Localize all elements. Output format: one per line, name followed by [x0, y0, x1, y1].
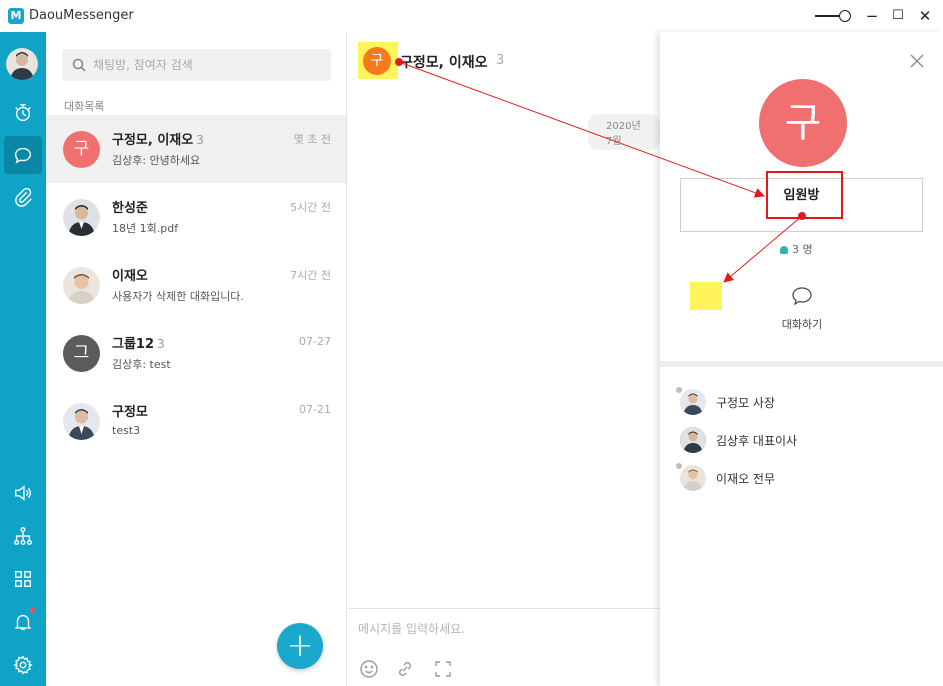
grid-icon[interactable]: [4, 560, 42, 598]
chat-name: 구정모: [112, 405, 148, 420]
conversation-member-count: 3: [496, 53, 505, 68]
close-window-button[interactable]: ✕: [915, 6, 935, 26]
member-avatar: [680, 465, 706, 491]
chat-preview: 18년 1회.pdf: [112, 222, 179, 235]
member-row[interactable]: 구정모 사장: [676, 387, 920, 417]
chat-bubble-icon[interactable]: [4, 136, 42, 174]
app-title: DaouMessenger: [29, 8, 134, 23]
notification-dot: [30, 608, 35, 613]
person-icon: [780, 246, 788, 254]
chat-preview: 김상후: 안녕하세요: [112, 154, 201, 167]
bell-icon[interactable]: [4, 603, 42, 641]
chat-avatar: [63, 199, 100, 236]
divider: [660, 361, 943, 367]
conversation-panel: 구 구정모, 이재오 3 2020년 7월: [348, 32, 660, 686]
room-name: 임원방: [783, 188, 820, 203]
speaker-icon[interactable]: [4, 474, 42, 512]
member-avatar: [680, 389, 706, 415]
chat-row[interactable]: 구정모 07-21 test3: [46, 387, 346, 455]
maximize-button[interactable]: ☐: [888, 6, 908, 26]
chat-list-panel: 대화목록 구 구정모, 이재오3 몇 초 전 김상후: 안녕하세요 한성준 5시…: [46, 32, 347, 686]
chat-preview: 김상후: test: [112, 358, 171, 371]
search-box[interactable]: [62, 49, 331, 81]
message-composer: [348, 608, 660, 686]
chat-name: 구정모, 이재오 3: [112, 133, 204, 148]
room-avatar: 구: [759, 79, 847, 167]
chat-avatar: 그: [63, 335, 100, 372]
chat-name: 그룹12 3: [112, 337, 165, 352]
chat-avatar: [63, 267, 100, 304]
profile-avatar[interactable]: [6, 48, 38, 80]
chat-time: 몇 초 전: [293, 133, 331, 146]
new-chat-button[interactable]: +: [277, 623, 323, 669]
member-name: 구정모 사장: [716, 396, 776, 410]
member-name: 이재오 전무: [716, 472, 776, 486]
search-icon: [72, 58, 86, 72]
paperclip-icon[interactable]: [4, 178, 42, 216]
start-chat-button[interactable]: 대화하기: [770, 286, 834, 338]
messenger-window: M DaouMessenger − ☐ ✕ 채팅방, 참여자 검색 대화목록 구…: [0, 0, 943, 686]
minimize-button[interactable]: −: [862, 6, 882, 26]
link-icon[interactable]: [395, 659, 417, 681]
section-label: 대화목록: [64, 100, 105, 113]
chat-row[interactable]: 구 구정모, 이재오 3 몇 초 전 김상후: 안녕하세요: [46, 115, 346, 183]
gear-icon[interactable]: [4, 646, 42, 684]
chat-time: 5시간 전: [290, 201, 331, 214]
chat-time: 07-21: [299, 403, 331, 416]
nav-rail: [0, 32, 46, 686]
chat-time: 7시간 전: [290, 269, 331, 282]
person-photo-icon: [680, 427, 706, 453]
app-logo-icon: M: [8, 8, 24, 24]
chat-preview: 사용자가 삭제한 대화입니다.: [112, 290, 244, 303]
chat-member-count: 3: [157, 337, 165, 351]
opacity-slider[interactable]: [815, 10, 851, 22]
conversation-avatar[interactable]: 구: [363, 47, 391, 75]
chat-row[interactable]: 그 그룹12 3 07-27 김상후: test: [46, 319, 346, 387]
member-row[interactable]: 이재오 전무: [676, 463, 920, 493]
title-bar: M DaouMessenger − ☐ ✕: [0, 0, 943, 32]
chat-row[interactable]: 이재오 7시간 전 사용자가 삭제한 대화입니다.: [46, 251, 346, 319]
chat-bubble-icon: [792, 287, 812, 306]
person-photo-icon: [683, 393, 703, 415]
person-photo-icon: [68, 409, 95, 440]
chat-time: 07-27: [299, 335, 331, 348]
close-icon: [910, 54, 924, 68]
emoji-icon[interactable]: [359, 659, 381, 681]
message-input[interactable]: [358, 617, 648, 641]
timer-icon[interactable]: [4, 94, 42, 132]
status-dot: [676, 387, 682, 393]
start-chat-label: 대화하기: [781, 318, 823, 331]
chat-name: 한성준: [112, 201, 148, 216]
person-photo-icon: [68, 274, 95, 304]
room-info-panel: 구 임원방 3 명 대화하기 구정모 사장 김상후 대표이사 이재오 전무: [660, 32, 943, 686]
person-photo-icon: [68, 205, 95, 236]
status-dot: [676, 463, 682, 469]
member-row[interactable]: 김상후 대표이사: [680, 425, 920, 455]
chat-preview: test3: [112, 424, 141, 437]
org-chart-icon[interactable]: [4, 517, 42, 555]
member-avatar: [680, 427, 706, 453]
search-input[interactable]: [93, 49, 323, 81]
room-name-field[interactable]: 임원방: [680, 171, 923, 232]
conversation-title[interactable]: 구정모, 이재오: [400, 52, 487, 72]
chat-name: 이재오: [112, 269, 148, 284]
member-count: 3 명: [780, 241, 813, 257]
chat-avatar: [63, 403, 100, 440]
person-icon: [6, 48, 38, 80]
chat-member-count: 3: [196, 133, 204, 147]
close-panel-button[interactable]: [908, 52, 926, 70]
highlight-marker: [690, 282, 722, 310]
date-divider: 2020년 7월: [588, 114, 660, 150]
member-name: 김상후 대표이사: [716, 434, 798, 448]
chat-avatar: 구: [63, 131, 100, 168]
person-photo-icon: [683, 469, 703, 491]
fullscreen-icon[interactable]: [433, 659, 455, 681]
chat-row[interactable]: 한성준 5시간 전 18년 1회.pdf: [46, 183, 346, 251]
slider-knob[interactable]: [839, 10, 851, 22]
